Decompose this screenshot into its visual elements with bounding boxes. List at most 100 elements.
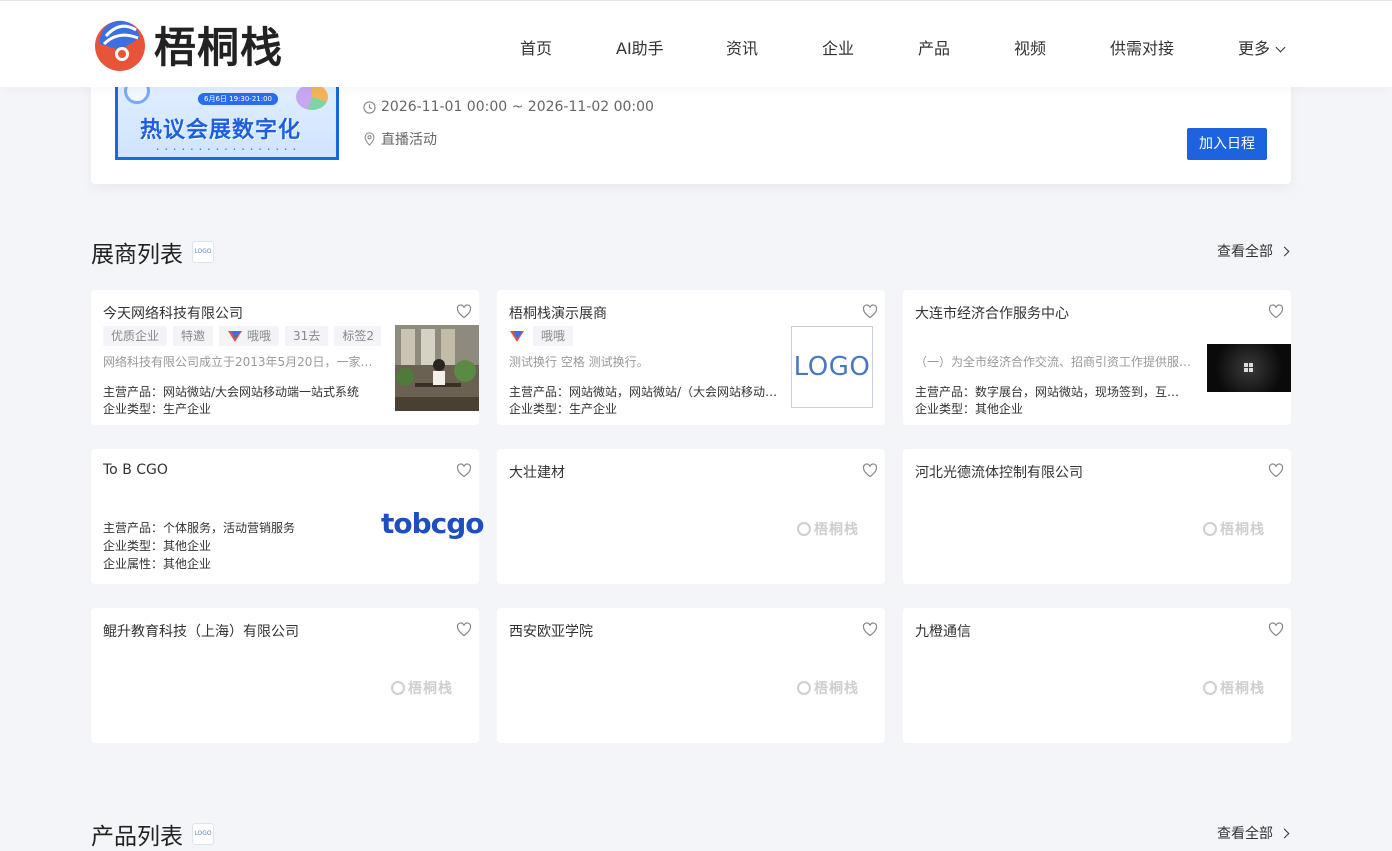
placeholder-logo-text: 梧桐栈: [814, 681, 859, 697]
main-products-row: 主营产品：网站微站/大会网站移动端一站式系统: [103, 383, 378, 400]
company-type-value: 其他企业: [163, 539, 212, 553]
main-products-row: 主营产品：网站微站，网站微站/（大会网站移动端一站式系统）: [509, 383, 784, 400]
placeholder-mark-icon: [797, 522, 811, 536]
main-products-value: 网站微站/大会网站移动端一站式系统: [163, 385, 360, 399]
heart-icon[interactable]: [456, 622, 472, 637]
main-products-label: 主营产品：: [103, 521, 164, 535]
exhibitor-card[interactable]: 今天网络科技有限公司 优质企业 特邀 哦哦 31去 标签2 网络科技有限公司成立…: [91, 290, 479, 425]
product-view-all-link[interactable]: 查看全部: [1217, 823, 1290, 843]
company-type-value: 其他企业: [975, 402, 1024, 416]
exhibitor-card[interactable]: 大连市经济合作服务中心 （一）为全市经济合作交流、招商引资工作提供服务保障 主营…: [903, 290, 1291, 425]
exhibitor-card[interactable]: To B CGO 主营产品：个体服务，活动营销服务 企业类型：其他企业 企业属性…: [91, 449, 485, 584]
company-type-row: 企业类型：其他企业: [103, 537, 378, 554]
company-attr-row: 企业属性：其他企业: [103, 555, 378, 572]
company-type-label: 企业类型：: [103, 539, 164, 553]
heart-icon[interactable]: [862, 463, 878, 478]
placeholder-logo-text: 梧桐栈: [1220, 681, 1265, 697]
company-type-row: 企业类型：生产企业: [103, 400, 378, 417]
company-type-label: 企业类型：: [103, 402, 164, 416]
main-products-label: 主营产品：: [915, 385, 976, 399]
company-logo-text: tobcgo: [381, 507, 485, 540]
windows-logo-icon: [1244, 363, 1253, 372]
heart-icon[interactable]: [1268, 304, 1284, 319]
exhibitor-name: 九橙通信: [915, 624, 971, 640]
event-location-row: 直播活动: [363, 129, 437, 149]
placeholder-logo: 梧桐栈: [1203, 678, 1265, 698]
company-type-value: 生产企业: [163, 402, 212, 416]
company-type-row: 企业类型：其他企业: [915, 400, 1190, 417]
exhibitor-description: 测试换行 空格 测试换行。: [509, 355, 649, 369]
main-products-value: 网站微站，网站微站/（大会网站移动端一站式系统）: [569, 385, 784, 399]
heart-icon[interactable]: [862, 304, 878, 319]
clock-icon: [363, 100, 376, 114]
nav-more-label: 更多: [1238, 39, 1271, 58]
nav-item-more[interactable]: 更多: [1238, 35, 1286, 59]
exhibitor-card[interactable]: 鲲升教育科技（上海）有限公司 梧桐栈: [91, 608, 479, 743]
placeholder-mark-icon: [1203, 522, 1217, 536]
company-logo-text: LOGO: [793, 352, 871, 382]
placeholder-logo-text: 梧桐栈: [408, 681, 453, 697]
pie-decoration: [296, 84, 328, 110]
tag: 优质企业: [103, 326, 168, 346]
company-type-label: 企业类型：: [915, 402, 976, 416]
logo-mark-icon: [95, 20, 145, 71]
main-products-value: 个体服务，活动营销服务: [163, 521, 296, 535]
tag-logo-icon: [510, 331, 524, 342]
banner-headline: 热议会展数字化: [140, 118, 302, 143]
event-time-row: 2026-11-01 00:00 ~ 2026-11-02 00:00: [363, 99, 654, 115]
exhibitor-name: 河北光德流体控制有限公司: [915, 465, 1083, 481]
exhibitor-name: 鲲升教育科技（上海）有限公司: [103, 624, 299, 640]
placeholder-logo: 梧桐栈: [391, 678, 453, 698]
nav-item-0[interactable]: 首页: [520, 35, 552, 59]
add-to-schedule-button[interactable]: 加入日程: [1187, 128, 1267, 160]
nav-item-2[interactable]: 资讯: [726, 35, 758, 59]
exhibitor-card[interactable]: 河北光德流体控制有限公司 梧桐栈: [903, 449, 1291, 584]
main-products-row: 主营产品：个体服务，活动营销服务: [103, 519, 378, 536]
exhibitor-name: 西安欧亚学院: [509, 624, 593, 640]
company-attr-label: 企业属性：: [103, 557, 164, 571]
site-logo[interactable]: 梧桐栈: [92, 15, 283, 73]
event-location: 直播活动: [381, 132, 437, 148]
tag-label: 哦哦: [247, 329, 272, 343]
nav-item-3[interactable]: 企业: [822, 35, 854, 59]
exhibitor-view-all-link[interactable]: 查看全部: [1217, 241, 1290, 261]
nav-item-6[interactable]: 供需对接: [1110, 35, 1174, 59]
heart-icon[interactable]: [1268, 622, 1284, 637]
tag: 31去: [285, 326, 329, 346]
heart-icon[interactable]: [456, 463, 472, 478]
exhibitor-name: 今天网络科技有限公司: [103, 306, 243, 322]
exhibitor-card[interactable]: 九橙通信 梧桐栈: [903, 608, 1291, 743]
view-all-label: 查看全部: [1217, 826, 1273, 842]
main-products-label: 主营产品：: [103, 385, 164, 399]
nav-item-5[interactable]: 视频: [1014, 35, 1046, 59]
tag: 特邀: [173, 326, 214, 346]
company-logo: LOGO: [791, 326, 873, 408]
tag-with-icon: 哦哦: [219, 326, 280, 346]
exhibitor-card[interactable]: 梧桐栈演示展商 哦哦 测试换行 空格 测试换行。 主营产品：网站微站，网站微站/…: [497, 290, 885, 425]
heart-icon[interactable]: [862, 622, 878, 637]
chevron-right-icon: [1279, 828, 1290, 838]
exhibitor-card[interactable]: 西安欧亚学院 梧桐栈: [497, 608, 885, 743]
company-attr-value: 其他企业: [163, 557, 212, 571]
exhibitor-card[interactable]: 大壮建材 梧桐栈: [497, 449, 885, 584]
nav-item-1[interactable]: AI助手: [616, 35, 664, 59]
tag-logo-icon: [228, 331, 243, 342]
exhibitor-name: 大壮建材: [509, 465, 565, 481]
main-products-value: 数字展台，网站微站，现场签到，互动抽奖: [975, 385, 1190, 399]
exhibitor-title-text: 展商列表: [91, 242, 183, 268]
banner-dots: • • • • • • • • • • • • • • • • •: [156, 147, 298, 153]
heart-icon[interactable]: [1268, 463, 1284, 478]
main-products-label: 主营产品：: [509, 385, 570, 399]
view-all-label: 查看全部: [1217, 244, 1273, 260]
exhibitor-description: 网络科技有限公司成立于2013年5月20日，一家集团化技术服务型企业: [103, 355, 383, 369]
company-type-value: 生产企业: [569, 402, 618, 416]
exhibitor-description: （一）为全市经济合作交流、招商引资工作提供服务保障: [915, 355, 1195, 369]
nav-item-4[interactable]: 产品: [918, 35, 950, 59]
tag: 标签2: [334, 326, 381, 346]
heart-icon[interactable]: [456, 304, 472, 319]
placeholder-mark-icon: [391, 681, 405, 695]
chevron-right-icon: [1279, 246, 1290, 256]
company-thumbnail: [1207, 344, 1291, 392]
office-photo: [395, 325, 479, 411]
tag-list: 优质企业 特邀 哦哦 31去 标签2: [103, 326, 381, 346]
